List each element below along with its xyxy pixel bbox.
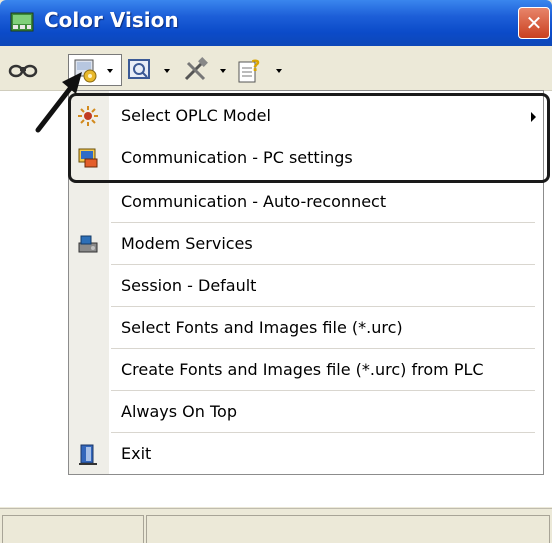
exit-icon bbox=[79, 444, 97, 465]
status-bar bbox=[0, 508, 552, 543]
menu-item-label: Session - Default bbox=[121, 276, 257, 295]
menu-item-label: Create Fonts and Images file (*.urc) fro… bbox=[121, 360, 484, 379]
menu-item-label: Always On Top bbox=[121, 402, 237, 421]
close-icon: ✕ bbox=[525, 11, 543, 35]
menu-item-always-on-top[interactable]: Always On Top bbox=[69, 391, 543, 433]
highlight-annotation bbox=[68, 93, 550, 183]
status-panel bbox=[146, 515, 550, 543]
chevron-down-icon[interactable] bbox=[164, 69, 170, 73]
menu-item-modem-services[interactable]: Modem Services bbox=[69, 223, 543, 265]
app-icon bbox=[10, 12, 34, 32]
menu-item-select-fonts-images[interactable]: Select Fonts and Images file (*.urc) bbox=[69, 307, 543, 349]
menu-item-label: Exit bbox=[121, 444, 152, 463]
chevron-down-icon[interactable] bbox=[107, 69, 113, 73]
menu-item-session-default[interactable]: Session - Default bbox=[69, 265, 543, 307]
chevron-down-icon[interactable] bbox=[276, 69, 282, 73]
svg-text:?: ? bbox=[251, 56, 260, 75]
title-bar[interactable]: Color Vision ✕ bbox=[0, 0, 552, 46]
tools-icon[interactable] bbox=[182, 57, 210, 83]
menu-item-create-fonts-images[interactable]: Create Fonts and Images file (*.urc) fro… bbox=[69, 349, 543, 391]
app-window: Color Vision ✕ ? Select OPLC Model Commu… bbox=[0, 0, 552, 543]
menu-item-label: Select Fonts and Images file (*.urc) bbox=[121, 318, 403, 337]
close-button[interactable]: ✕ bbox=[518, 7, 550, 39]
menu-item-communication-auto-reconnect[interactable]: Communication - Auto-reconnect bbox=[69, 181, 543, 223]
window-title: Color Vision bbox=[44, 8, 179, 32]
menu-item-label: Modem Services bbox=[121, 234, 253, 253]
status-panel bbox=[2, 515, 144, 543]
modem-icon bbox=[78, 235, 98, 253]
help-icon[interactable]: ? bbox=[236, 56, 264, 84]
menu-item-label: Communication - Auto-reconnect bbox=[121, 192, 387, 211]
binoculars-icon[interactable] bbox=[8, 56, 38, 80]
menu-item-exit[interactable]: Exit bbox=[69, 433, 543, 475]
chevron-down-icon[interactable] bbox=[220, 69, 226, 73]
screen-icon[interactable] bbox=[127, 57, 153, 83]
plc-settings-icon bbox=[74, 59, 97, 83]
